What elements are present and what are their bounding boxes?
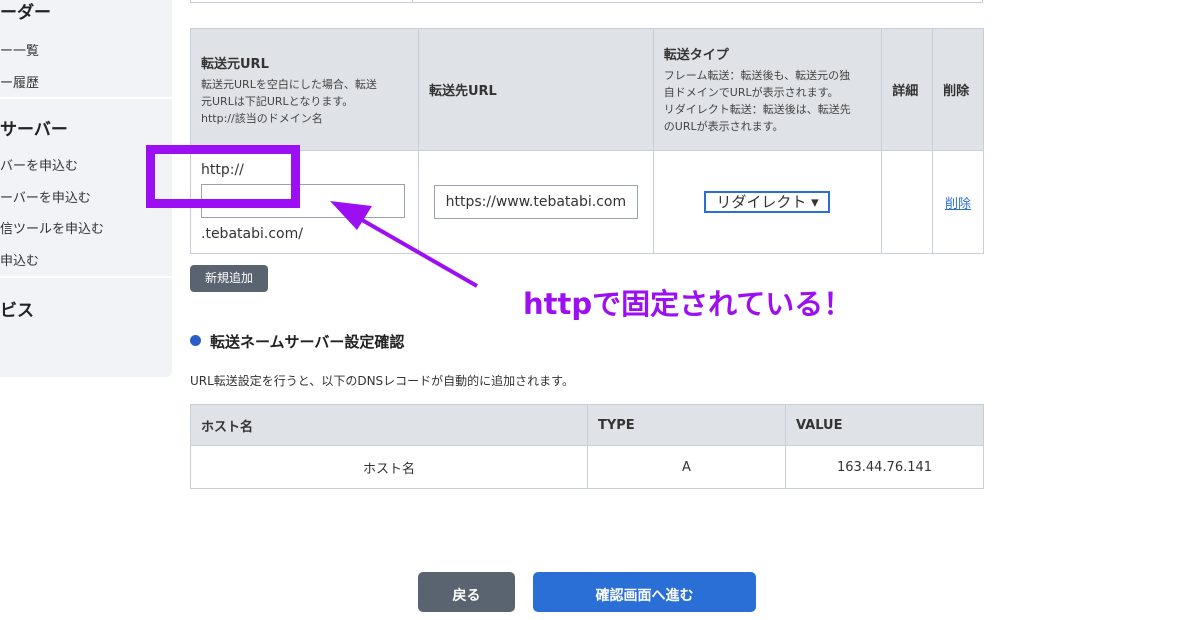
annotation-text: httpで固定されている！ [523, 287, 853, 321]
